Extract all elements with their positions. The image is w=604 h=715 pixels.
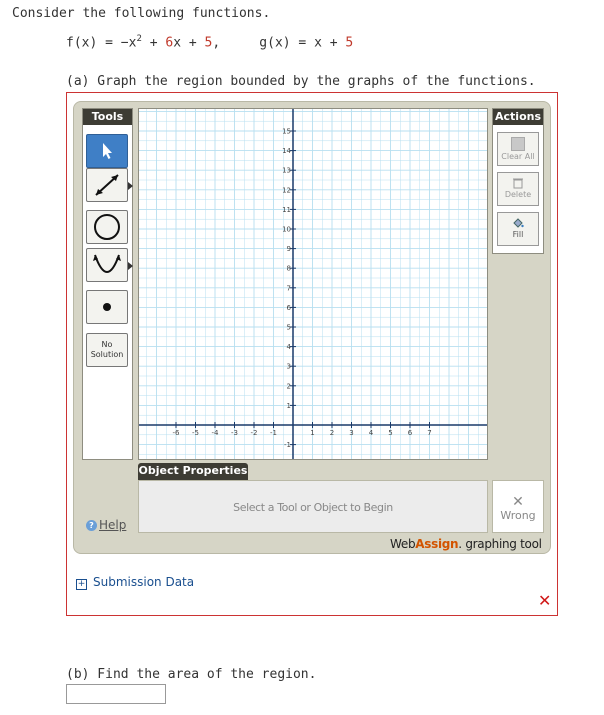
- x-tick-label: -5: [192, 429, 199, 437]
- parabola-tool-button[interactable]: [86, 248, 133, 282]
- f-x: x: [173, 35, 182, 51]
- brand-web: Web: [390, 537, 416, 551]
- function-definitions: f(x) = −x2 + 6x + 5, g(x) = x + 5: [66, 34, 353, 50]
- y-tick-label: -1: [284, 441, 291, 449]
- pointer-icon: [103, 143, 112, 159]
- x-tick-label: 4: [369, 429, 374, 437]
- y-tick-label: 5: [287, 324, 291, 332]
- line-arrow-icon: [95, 174, 119, 196]
- x-tick-label: -4: [212, 429, 220, 437]
- y-tick-label: 12: [282, 186, 291, 194]
- line-tool-expand-icon[interactable]: [128, 182, 133, 190]
- delete-button[interactable]: Delete: [497, 172, 539, 206]
- part-a-prompt: (a) Graph the region bounded by the grap…: [66, 74, 536, 89]
- x-tick-label: -3: [231, 429, 238, 437]
- f-coefficient-b: 6: [165, 35, 174, 51]
- question-intro: Consider the following functions.: [12, 6, 271, 21]
- clear-all-icon: [511, 137, 525, 151]
- help-link[interactable]: ? Help: [86, 518, 126, 532]
- x-tick-label: -2: [251, 429, 258, 437]
- graph-canvas[interactable]: -6 -5 -4 -3 -2 -1 1 2 3 4 5 6 7 15 14 13 12 11 10 9 8 7 6 5 4 3 2 1…: [138, 108, 488, 460]
- fill-button[interactable]: Fill: [497, 212, 539, 246]
- point-tool-button[interactable]: [86, 290, 128, 324]
- wrong-label: Wrong: [500, 509, 536, 522]
- circle-tool-button[interactable]: [86, 210, 128, 244]
- y-tick-label: 9: [287, 245, 291, 253]
- circle-icon: [94, 214, 120, 240]
- parabola-icon: [93, 254, 121, 273]
- x-tick-label: 3: [349, 429, 353, 437]
- y-tick-label: 3: [287, 363, 291, 371]
- y-tick-label: 1: [287, 402, 291, 410]
- wrong-x-icon: ✕: [512, 494, 524, 510]
- f-comma: ,: [212, 35, 221, 51]
- line-tool-button[interactable]: [86, 168, 133, 202]
- x-tick-label: -6: [173, 429, 181, 437]
- y-tick-label: 13: [282, 167, 291, 175]
- object-properties-hint: Select a Tool or Object to Begin: [233, 501, 393, 514]
- y-tick-label: 11: [282, 206, 291, 214]
- x-tick-label: 5: [388, 429, 392, 437]
- part-b-prompt: (b) Find the area of the region.: [66, 667, 317, 682]
- x-tick-label: -1: [270, 429, 277, 437]
- f-label: f(x) = −x: [66, 35, 137, 51]
- y-tick-label: 7: [287, 284, 291, 292]
- f-plus-2: +: [181, 35, 205, 51]
- y-tick-label: 15: [282, 128, 291, 136]
- fill-label: Fill: [512, 230, 524, 239]
- y-tick-label: 8: [287, 265, 291, 273]
- submission-data-label: Submission Data: [93, 575, 195, 589]
- graph-grid[interactable]: -6 -5 -4 -3 -2 -1 1 2 3 4 5 6 7151413121110987654321…: [139, 109, 487, 459]
- y-tick-label: 10: [282, 226, 291, 234]
- actions-header: Actions: [493, 109, 543, 125]
- trash-icon: [513, 178, 523, 189]
- object-properties-header: Object Properties: [138, 463, 248, 480]
- help-label: Help: [99, 518, 127, 532]
- no-solution-button[interactable]: No Solution: [86, 333, 128, 367]
- y-tick-label: 14: [282, 147, 291, 155]
- tools-header: Tools: [83, 109, 132, 125]
- x-tick-label: 7: [427, 429, 431, 437]
- x-tick-label: 1: [310, 429, 314, 437]
- f-plus-1: +: [141, 35, 166, 51]
- parabola-tool-expand-icon[interactable]: [128, 262, 133, 270]
- delete-label: Delete: [504, 190, 532, 199]
- point-icon: [103, 303, 111, 311]
- g-label: g(x) = x +: [259, 35, 346, 51]
- paint-bucket-icon: [513, 218, 524, 228]
- brand-assign: Assign: [415, 537, 459, 551]
- incorrect-x-icon: ✕: [538, 591, 552, 610]
- submission-data-toggle[interactable]: + Submission Data: [76, 575, 194, 590]
- y-tick-label: 4: [287, 343, 292, 351]
- y-tick-label: 2: [287, 382, 291, 390]
- brand-suffix: . graphing tool: [458, 537, 542, 551]
- y-tick-label: 6: [287, 304, 292, 312]
- no-solution-line1: No: [101, 340, 113, 349]
- x-tick-label: 6: [408, 429, 413, 437]
- object-properties-panel: Select a Tool or Object to Begin: [138, 480, 488, 533]
- x-tick-label: 2: [330, 429, 334, 437]
- webassign-brand: WebAssign. graphing tool: [390, 537, 542, 551]
- g-constant: 5: [345, 35, 354, 51]
- grading-status: ✕ Wrong: [492, 480, 544, 533]
- clear-all-label: Clear All: [501, 152, 535, 161]
- area-answer-input[interactable]: [66, 684, 166, 704]
- no-solution-line2: Solution: [90, 350, 124, 359]
- help-icon: ?: [86, 520, 97, 531]
- pointer-tool-button[interactable]: [86, 134, 128, 168]
- expand-plus-icon: +: [76, 579, 87, 590]
- clear-all-button[interactable]: Clear All: [497, 132, 539, 166]
